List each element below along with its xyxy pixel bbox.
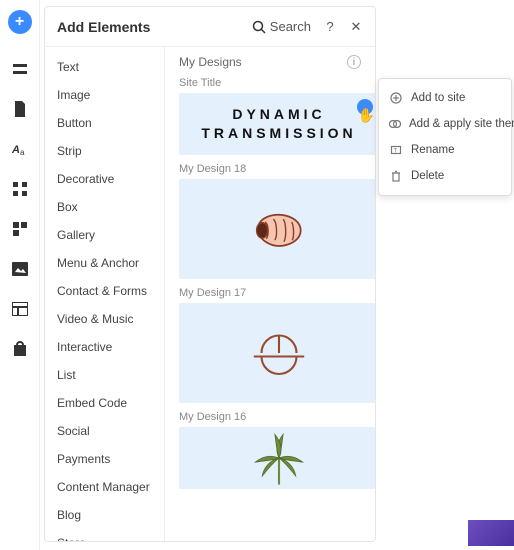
menu-item-label: Add to site — [411, 92, 465, 104]
category-item-menu-anchor[interactable]: Menu & Anchor — [45, 249, 164, 277]
panel-header: Add Elements Search ? ✕ — [45, 7, 375, 47]
svg-text:a: a — [20, 148, 25, 157]
rename-icon: T — [389, 143, 403, 157]
left-rail: + Aa — [0, 0, 40, 550]
theme-icon — [389, 117, 401, 131]
design-card-16[interactable] — [179, 427, 375, 489]
text-style-icon[interactable]: Aa — [11, 140, 29, 158]
category-item-strip[interactable]: Strip — [45, 137, 164, 165]
design-card-18[interactable] — [179, 179, 375, 279]
menu-item-apply-theme[interactable]: Add & apply site theme — [379, 111, 511, 137]
options-button[interactable] — [357, 99, 373, 115]
category-item-content-manager[interactable]: Content Manager — [45, 473, 164, 501]
category-item-button[interactable]: Button — [45, 109, 164, 137]
background-strip — [468, 520, 514, 546]
design-name: My Design 17 — [179, 287, 361, 299]
plus-circle-icon — [389, 91, 403, 105]
info-icon[interactable]: i — [347, 55, 361, 69]
design-card-site-title[interactable]: DYNAMIC TRANSMISSION ✋ — [179, 93, 375, 155]
category-list: Text Image Button Strip Decorative Box G… — [45, 47, 165, 541]
page-icon[interactable] — [11, 100, 29, 118]
category-item-video-music[interactable]: Video & Music — [45, 305, 164, 333]
shell-illustration — [244, 194, 314, 264]
add-elements-panel: Add Elements Search ? ✕ Text Image Butto… — [44, 6, 376, 542]
designs-content: My Designs i Site Title DYNAMIC TRANSMIS… — [165, 47, 375, 541]
layout-icon[interactable] — [11, 300, 29, 318]
menu-item-add-to-site[interactable]: Add to site — [379, 85, 511, 111]
context-menu: Add to site Add & apply site theme T Ren… — [378, 78, 512, 196]
store-icon[interactable] — [11, 340, 29, 358]
design-text: DYNAMIC TRANSMISSION — [201, 105, 356, 143]
menu-item-label: Add & apply site theme — [409, 118, 514, 130]
panel-title: Add Elements — [57, 19, 252, 35]
category-item-store[interactable]: Store — [45, 529, 164, 541]
menu-item-rename[interactable]: T Rename — [379, 137, 511, 163]
category-item-blog[interactable]: Blog — [45, 501, 164, 529]
category-item-contact-forms[interactable]: Contact & Forms — [45, 277, 164, 305]
category-item-text[interactable]: Text — [45, 53, 164, 81]
puzzle-icon[interactable] — [11, 220, 29, 238]
palm-illustration — [244, 427, 314, 489]
svg-text:A: A — [12, 144, 20, 156]
search-button[interactable]: Search — [252, 19, 311, 34]
category-item-payments[interactable]: Payments — [45, 445, 164, 473]
search-label: Search — [270, 19, 311, 34]
delete-icon — [389, 169, 403, 183]
apps-icon[interactable] — [11, 180, 29, 198]
category-item-embed-code[interactable]: Embed Code — [45, 389, 164, 417]
menu-item-label: Rename — [411, 144, 454, 156]
category-item-social[interactable]: Social — [45, 417, 164, 445]
design-card-17[interactable] — [179, 303, 375, 403]
category-item-box[interactable]: Box — [45, 193, 164, 221]
menu-item-label: Delete — [411, 170, 444, 182]
geometric-illustration — [244, 318, 314, 388]
category-item-image[interactable]: Image — [45, 81, 164, 109]
design-name: My Design 16 — [179, 411, 361, 423]
category-item-decorative[interactable]: Decorative — [45, 165, 164, 193]
help-icon[interactable]: ? — [323, 20, 337, 34]
search-icon — [252, 20, 266, 34]
section-title: My Designs — [179, 55, 347, 69]
svg-text:T: T — [394, 149, 398, 155]
add-icon[interactable]: + — [8, 10, 32, 34]
category-item-list[interactable]: List — [45, 361, 164, 389]
media-icon[interactable] — [11, 260, 29, 278]
close-icon[interactable]: ✕ — [349, 20, 363, 34]
menu-item-delete[interactable]: Delete — [379, 163, 511, 189]
design-name: Site Title — [179, 77, 361, 89]
category-item-interactive[interactable]: Interactive — [45, 333, 164, 361]
sections-icon[interactable] — [11, 60, 29, 78]
design-name: My Design 18 — [179, 163, 361, 175]
category-item-gallery[interactable]: Gallery — [45, 221, 164, 249]
